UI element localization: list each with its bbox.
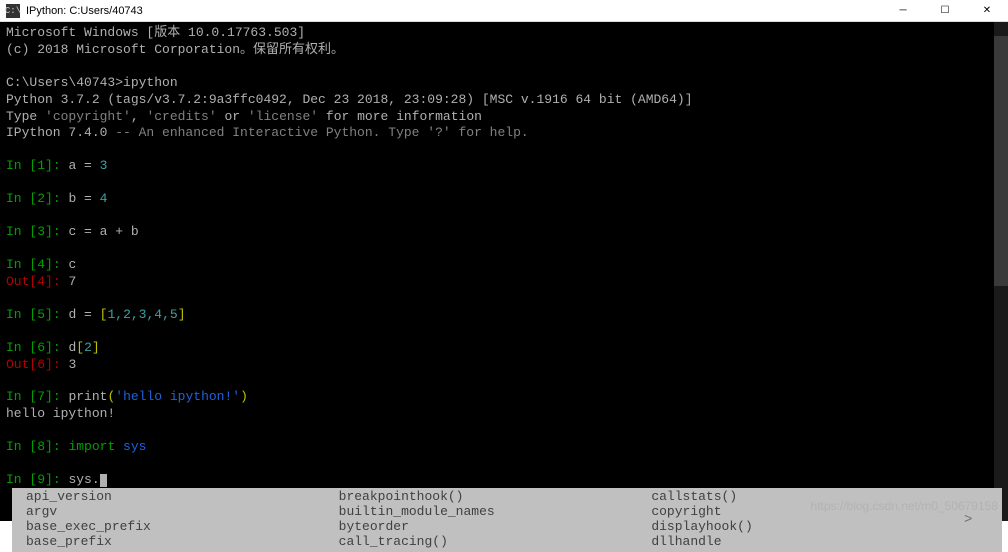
ac-item[interactable]: breakpointhook() <box>339 490 652 505</box>
out-4: Out[4]: 7 <box>6 274 1002 291</box>
scrollbar[interactable] <box>994 22 1008 521</box>
in-7: In [7]: print('hello ipython!') <box>6 389 1002 406</box>
ac-item[interactable]: argv <box>26 505 339 520</box>
in-9[interactable]: In [9]: sys. <box>6 472 1002 489</box>
type-hint: Type 'copyright', 'credits' or 'license'… <box>6 109 1002 126</box>
ac-item[interactable]: base_prefix <box>26 535 339 550</box>
cmd-icon: C:\ <box>6 4 20 18</box>
in-6: In [6]: d[2] <box>6 340 1002 357</box>
out-6: Out[6]: 3 <box>6 357 1002 374</box>
scroll-thumb[interactable] <box>994 36 1008 286</box>
ac-item[interactable]: dllhandle <box>651 535 964 550</box>
ac-item[interactable]: base_exec_prefix <box>26 520 339 535</box>
in-1: In [1]: a = 3 <box>6 158 1002 175</box>
watermark: https://blog.csdn.net/m0_50679158 <box>811 499 998 515</box>
ac-item[interactable]: displayhook() <box>651 520 964 535</box>
maximize-button[interactable]: ☐ <box>924 0 966 21</box>
ipython-banner: IPython 7.4.0 -- An enhanced Interactive… <box>6 125 1002 142</box>
os-header-1: Microsoft Windows [版本 10.0.17763.503] <box>6 25 1002 42</box>
window-controls: ─ ☐ ✕ <box>882 0 1008 21</box>
autocomplete-col-2: breakpointhook() builtin_module_names by… <box>339 490 652 550</box>
out-7-text: hello ipython! <box>6 406 1002 423</box>
ac-item[interactable]: call_tracing() <box>339 535 652 550</box>
autocomplete-popup[interactable]: api_version argv base_exec_prefix base_p… <box>12 488 1002 552</box>
minimize-button[interactable]: ─ <box>882 0 924 21</box>
shell-prompt: C:\Users\40743>ipython <box>6 75 1002 92</box>
in-3: In [3]: c = a + b <box>6 224 1002 241</box>
os-header-2: (c) 2018 Microsoft Corporation。保留所有权利。 <box>6 42 1002 59</box>
in-2: In [2]: b = 4 <box>6 191 1002 208</box>
terminal[interactable]: Microsoft Windows [版本 10.0.17763.503] (c… <box>0 22 1008 521</box>
titlebar: C:\ IPython: C:Users/40743 ─ ☐ ✕ <box>0 0 1008 22</box>
autocomplete-col-1: api_version argv base_exec_prefix base_p… <box>26 490 339 550</box>
in-8: In [8]: import sys <box>6 439 1002 456</box>
in-5: In [5]: d = [1,2,3,4,5] <box>6 307 1002 324</box>
close-button[interactable]: ✕ <box>966 0 1008 21</box>
in-4: In [4]: c <box>6 257 1002 274</box>
ac-item[interactable]: api_version <box>26 490 339 505</box>
ac-item[interactable]: builtin_module_names <box>339 505 652 520</box>
ac-item[interactable]: byteorder <box>339 520 652 535</box>
window-title: IPython: C:Users/40743 <box>26 5 882 17</box>
cursor <box>100 474 107 487</box>
python-version: Python 3.7.2 (tags/v3.7.2:9a3ffc0492, De… <box>6 92 1002 109</box>
